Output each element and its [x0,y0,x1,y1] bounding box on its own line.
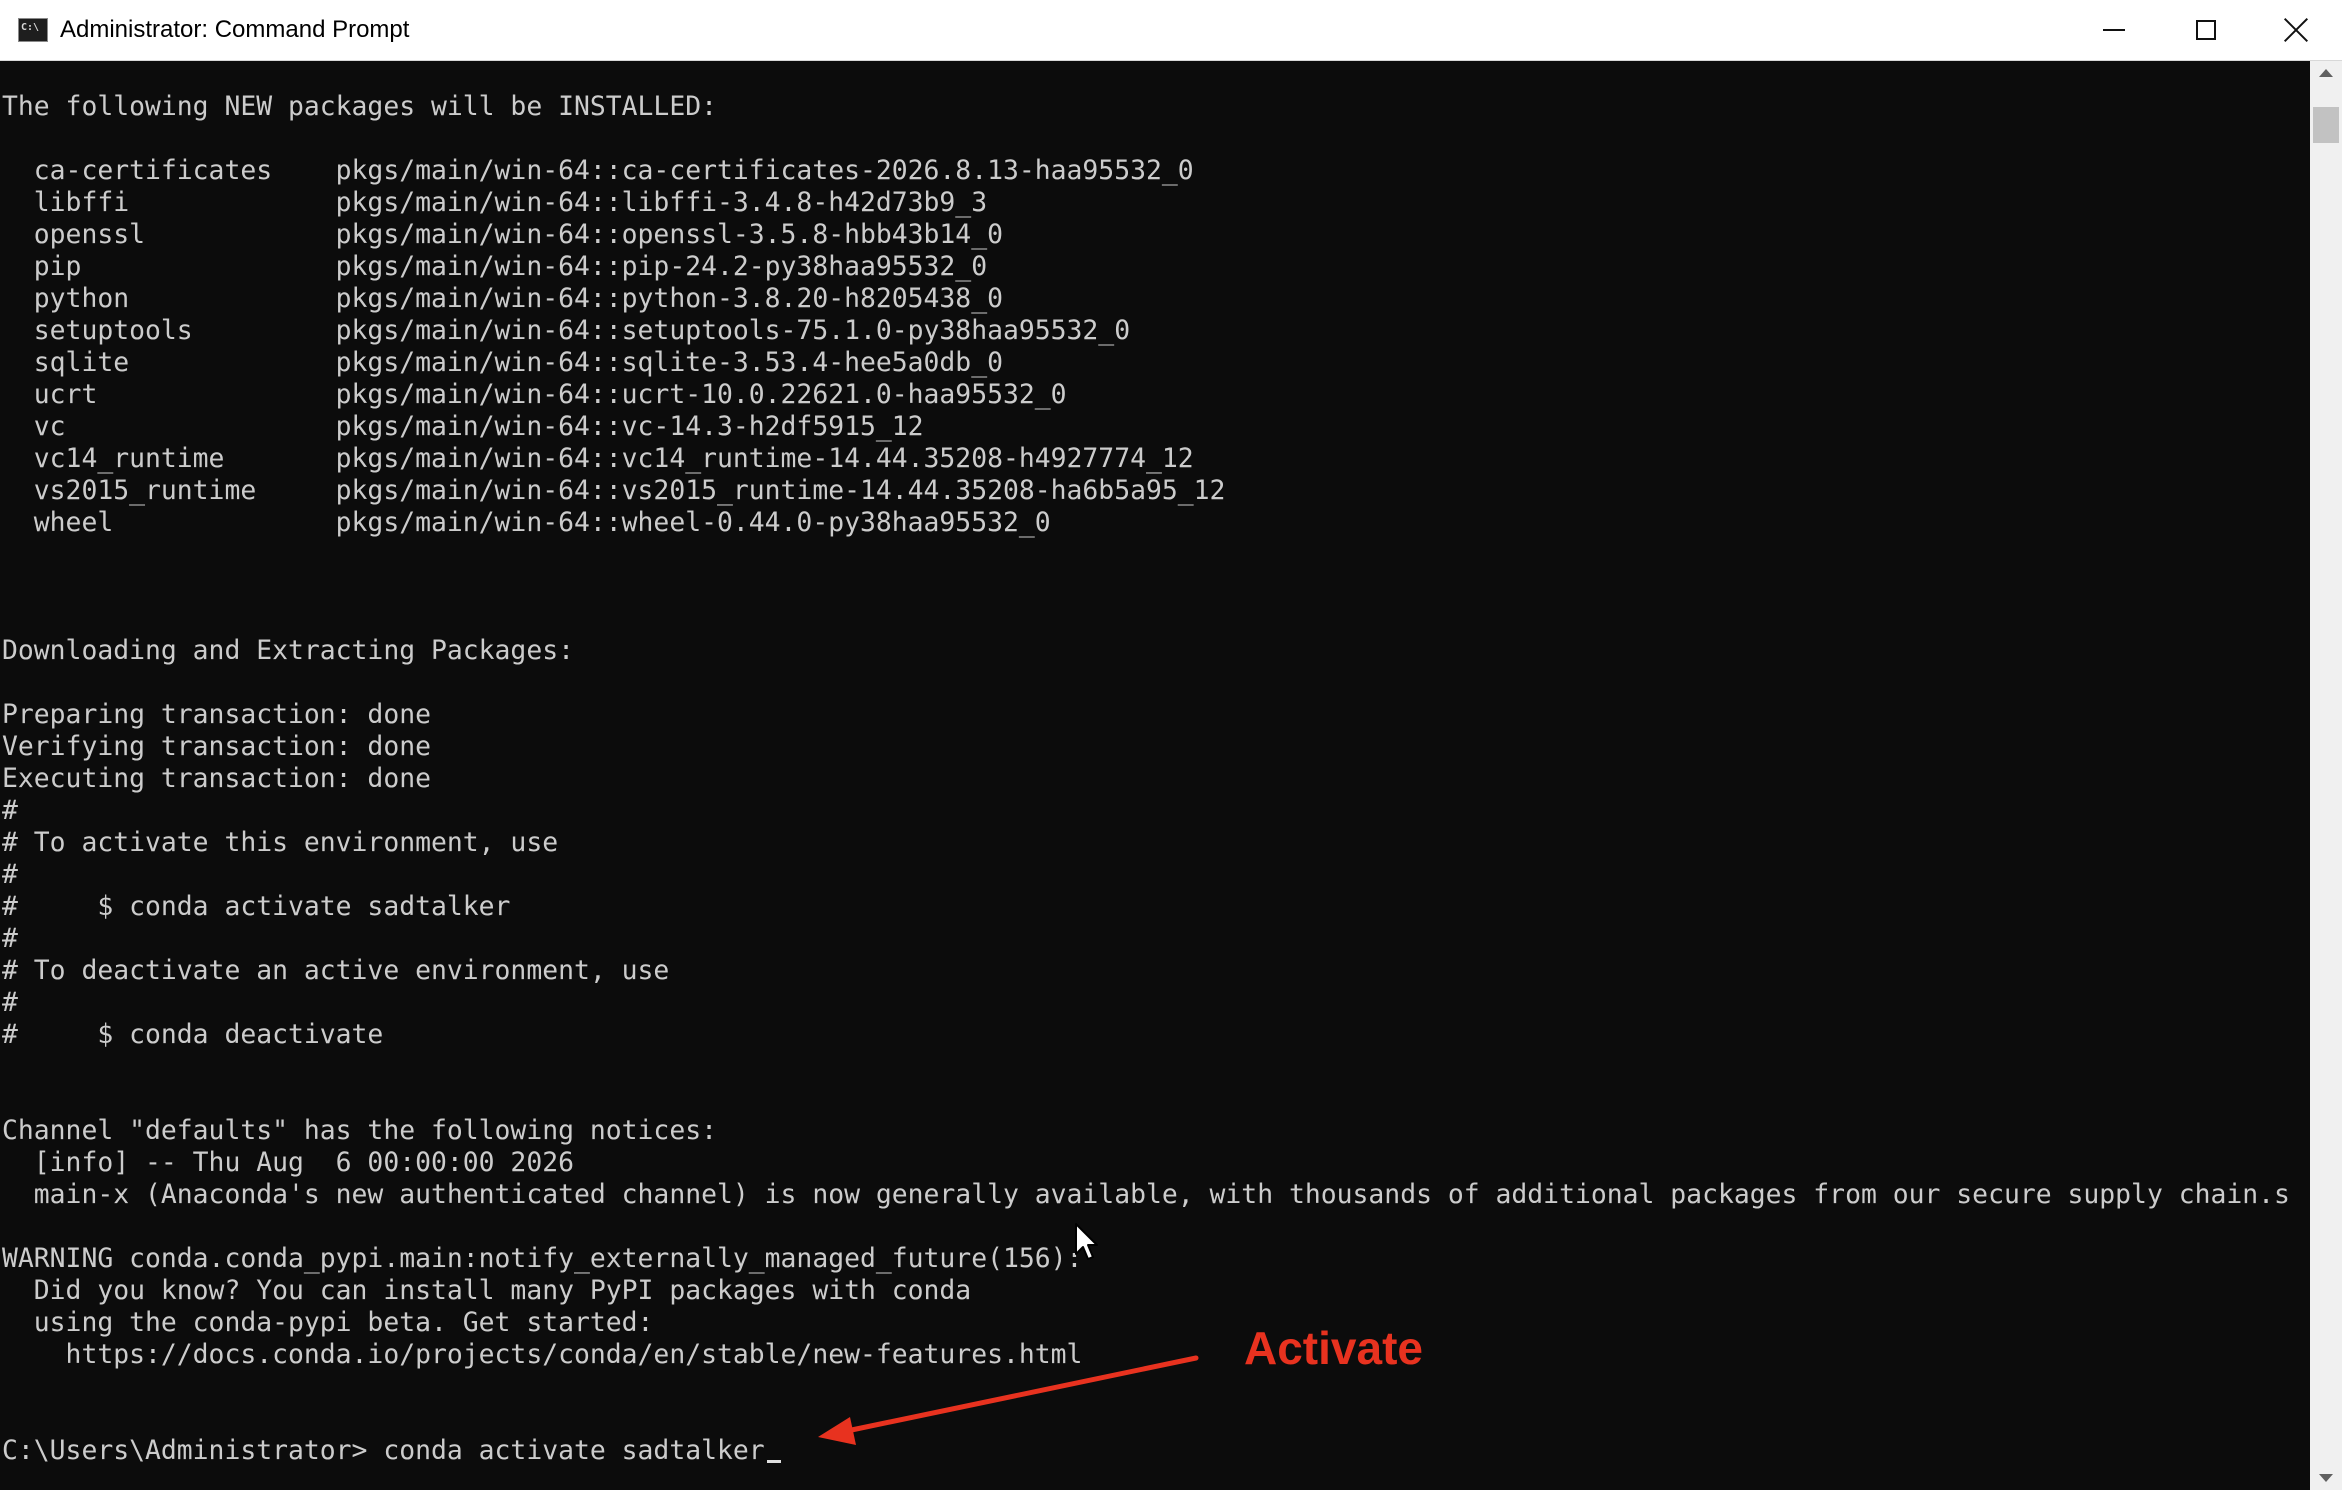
prompt-path: C:\Users\Administrator> [2,1435,368,1466]
maximize-button[interactable] [2160,0,2252,60]
minimize-icon [2103,29,2125,31]
console-line: # [2,987,18,1018]
console-output[interactable]: The following NEW packages will be INSTA… [0,61,2310,1490]
console-line: # [2,859,18,890]
console-line: # To deactivate an active environment, u… [2,955,670,986]
close-icon [2283,17,2309,43]
console-line: vs2015_runtime pkgs/main/win-64::vs2015_… [2,475,1226,506]
console-line: sqlite pkgs/main/win-64::sqlite-3.53.4-h… [2,347,1003,378]
console-line: setuptools pkgs/main/win-64::setuptools-… [2,315,1131,346]
console-line: pip pkgs/main/win-64::pip-24.2-py38haa95… [2,251,988,282]
console-line: # $ conda activate sadtalker [2,891,511,922]
console-line: main-x (Anaconda's new authenticated cha… [2,1179,2290,1210]
console-line: Executing transaction: done [2,763,431,794]
console-line: Channel "defaults" has the following not… [2,1115,717,1146]
console-line: vc14_runtime pkgs/main/win-64::vc14_runt… [2,443,1194,474]
console-line: # To activate this environment, use [2,827,559,858]
scroll-down-arrow-icon[interactable] [2319,1474,2333,1482]
console-line: ucrt pkgs/main/win-64::ucrt-10.0.22621.0… [2,379,1067,410]
command-prompt-line[interactable]: C:\Users\Administrator> conda activate s… [2,1435,2290,1467]
console-line: # [2,923,18,954]
console-line: https://docs.conda.io/projects/conda/en/… [2,1339,1083,1370]
vertical-scrollbar[interactable] [2310,61,2342,1490]
maximize-icon [2196,20,2216,40]
close-button[interactable] [2250,0,2342,60]
terminal-text: The following NEW packages will be INSTA… [2,91,2290,1467]
console-line: python pkgs/main/win-64::python-3.8.20-h… [2,283,1003,314]
console-line: using the conda-pypi beta. Get started: [2,1307,654,1338]
console-line: # $ conda deactivate [2,1019,384,1050]
scroll-up-arrow-icon[interactable] [2319,69,2333,77]
scroll-thumb[interactable] [2313,107,2339,143]
console-line: libffi pkgs/main/win-64::libffi-3.4.8-h4… [2,187,988,218]
console-line: The following NEW packages will be INSTA… [2,91,717,122]
prompt-command[interactable]: conda activate sadtalker [367,1435,764,1466]
console-line: Downloading and Extracting Packages: [2,635,574,666]
console-line: vc pkgs/main/win-64::vc-14.3-h2df5915_12 [2,411,924,442]
console-line: ca-certificates pkgs/main/win-64::ca-cer… [2,155,1194,186]
cmd-icon: C:\ [18,18,48,42]
console-line: openssl pkgs/main/win-64::openssl-3.5.8-… [2,219,1003,250]
console-line: Verifying transaction: done [2,731,431,762]
console-line: [info] -- Thu Aug 6 00:00:00 2026 [2,1147,574,1178]
minimize-button[interactable] [2068,0,2160,60]
title-bar[interactable]: C:\ Administrator: Command Prompt [0,0,2342,61]
window-title: Administrator: Command Prompt [60,16,410,43]
console-line: Preparing transaction: done [2,699,431,730]
annotation-label: Activate [1244,1322,1423,1374]
console-line: WARNING conda.conda_pypi.main:notify_ext… [2,1243,1083,1274]
mouse-pointer-icon [1075,1223,1098,1260]
console-line: # [2,795,18,826]
text-cursor-icon [766,1460,781,1463]
console-line: wheel pkgs/main/win-64::wheel-0.44.0-py3… [2,507,1051,538]
console-line: Did you know? You can install many PyPI … [2,1275,972,1306]
